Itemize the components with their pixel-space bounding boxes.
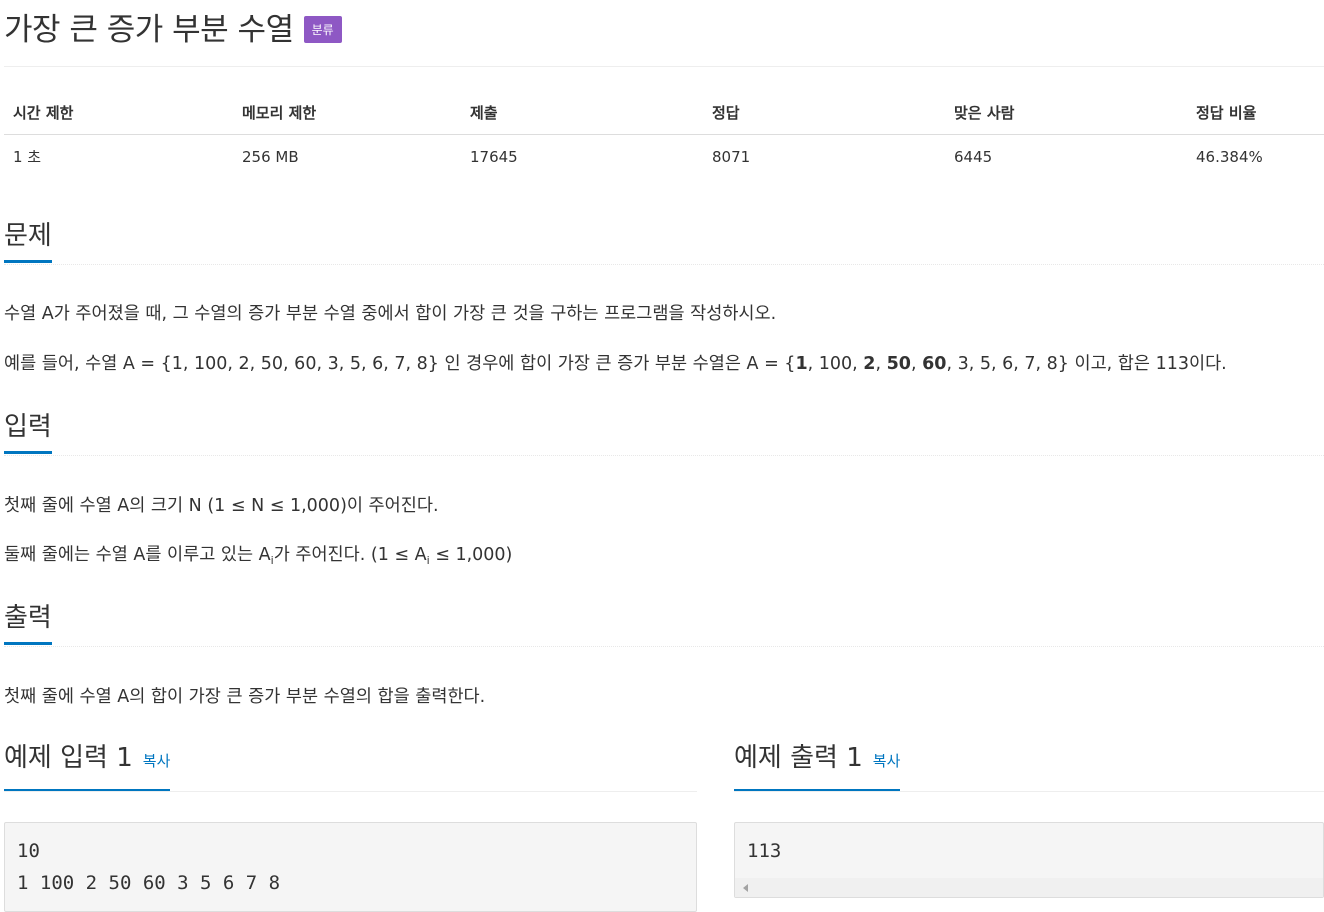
input-p2-text: 가 주어진다. (1 ≤ A xyxy=(273,545,427,565)
p2-text: 예를 들어, 수열 A = {1, 100, 2, 50, 60, 3, 5, … xyxy=(4,354,796,374)
value-submissions[interactable]: 17645 xyxy=(461,135,703,179)
p2-bold-value: 2 xyxy=(863,354,876,374)
section-divider xyxy=(734,791,1324,792)
value-memory-limit: 256 MB xyxy=(242,147,299,166)
problem-description-p2: 예를 들어, 수열 A = {1, 100, 2, 50, 60, 3, 5, … xyxy=(4,352,1227,376)
sample-input-line: 10 xyxy=(17,840,40,862)
p2-text: , xyxy=(875,354,887,374)
problem-title: 가장 큰 증가 부분 수열 xyxy=(4,11,294,48)
input-p2-text: ≤ 1,000) xyxy=(429,545,513,565)
sample-output-header: 예제 출력 1 복사 xyxy=(734,740,1324,792)
problem-description-p1: 수열 A가 주어졌을 때, 그 수열의 증가 부분 수열 중에서 합이 가장 큰… xyxy=(4,304,777,324)
title-row: 가장 큰 증가 부분 수열 분류 xyxy=(4,6,342,48)
problem-info-table: 시간 제한 메모리 제한 제출 정답 맞은 사람 정답 비율 1 초 256 M… xyxy=(4,90,1324,178)
p2-text: , xyxy=(910,354,923,374)
value-solved-users: 6445 xyxy=(954,147,993,166)
sample-output-section: 예제 출력 1 복사 xyxy=(734,740,1324,792)
sample-input-section: 예제 입력 1 복사 xyxy=(4,740,697,792)
problem-section: 문제 xyxy=(4,220,1324,265)
output-section: 출력 xyxy=(4,602,1324,647)
p2-bold-value: 1 xyxy=(795,354,808,374)
input-section: 입력 xyxy=(4,411,1324,456)
header-submissions: 제출 xyxy=(461,90,703,135)
sample-output-box[interactable]: 113 xyxy=(734,822,1324,898)
p2-bold-value: 50 xyxy=(886,354,911,374)
info-header-row: 시간 제한 메모리 제한 제출 정답 맞은 사람 정답 비율 xyxy=(4,90,1324,135)
input-description-p1: 첫째 줄에 수열 A의 크기 N (1 ≤ N ≤ 1,000)이 주어진다. xyxy=(4,496,439,516)
copy-sample-output-button[interactable]: 복사 xyxy=(873,752,901,770)
info-value-row: 1 초 256 MB 17645 8071 6445 46.384% xyxy=(4,135,1324,179)
section-divider xyxy=(4,646,1324,647)
value-accepted: 8071 xyxy=(712,147,751,166)
title-divider xyxy=(4,66,1324,67)
sample-input-heading: 예제 입력 1 복사 xyxy=(4,740,171,792)
output-heading: 출력 xyxy=(4,602,52,645)
output-section-header: 출력 xyxy=(4,602,1324,647)
category-badge[interactable]: 분류 xyxy=(303,15,342,43)
sample-input-header: 예제 입력 1 복사 xyxy=(4,740,697,792)
problem-section-header: 문제 xyxy=(4,220,1324,265)
sample-output-line: 113 xyxy=(747,840,782,862)
header-solved-users: 맞은 사람 xyxy=(945,90,1187,135)
p2-bold-value: 60 xyxy=(922,354,947,374)
section-divider xyxy=(4,791,697,792)
value-time-limit: 1 초 xyxy=(13,148,42,166)
sample-output-heading: 예제 출력 1 복사 xyxy=(734,740,901,792)
value-accept-ratio: 46.384% xyxy=(1196,147,1263,166)
sample-input-line: 1 100 2 50 60 3 5 6 7 8 xyxy=(17,872,281,894)
header-memory-limit: 메모리 제한 xyxy=(233,90,461,135)
input-p2-text: 둘째 줄에는 수열 A를 이루고 있는 A xyxy=(4,545,271,565)
output-description-p1: 첫째 줄에 수열 A의 합이 가장 큰 증가 부분 수열의 합을 출력한다. xyxy=(4,687,486,707)
input-description-p2: 둘째 줄에는 수열 A를 이루고 있는 Ai가 주어진다. (1 ≤ Ai ≤ … xyxy=(4,543,512,573)
sample-input-title: 예제 입력 1 xyxy=(4,743,133,773)
header-accepted: 정답 xyxy=(703,90,945,135)
p2-text: , 100, xyxy=(807,354,864,374)
input-heading: 입력 xyxy=(4,411,52,454)
header-accept-ratio: 정답 비율 xyxy=(1187,90,1324,135)
problem-heading: 문제 xyxy=(4,220,52,263)
section-divider xyxy=(4,455,1324,456)
sample-output-title: 예제 출력 1 xyxy=(734,743,863,773)
p2-text: , 3, 5, 6, 7, 8} 이고, 합은 113이다. xyxy=(946,354,1227,374)
section-divider xyxy=(4,264,1324,265)
copy-sample-input-button[interactable]: 복사 xyxy=(143,752,171,770)
header-time-limit: 시간 제한 xyxy=(4,90,233,135)
horizontal-scrollbar[interactable] xyxy=(735,878,1323,897)
sample-input-box[interactable]: 10 1 100 2 50 60 3 5 6 7 8 xyxy=(4,822,697,912)
scroll-left-arrow-icon[interactable] xyxy=(743,884,748,892)
input-section-header: 입력 xyxy=(4,411,1324,456)
